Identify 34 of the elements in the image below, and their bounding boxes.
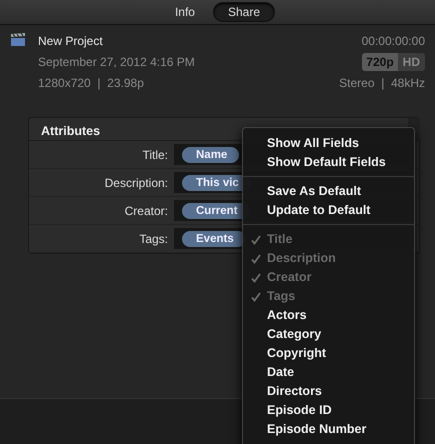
checkmark-icon <box>251 254 261 264</box>
menu-item: Title <box>243 230 414 249</box>
menu-item[interactable]: Directors <box>243 382 414 401</box>
tab[interactable]: Share <box>212 2 276 22</box>
menu-item[interactable]: Copyright <box>243 344 414 363</box>
video-format: 1280x720 | 23.98p <box>38 75 144 92</box>
project-name: New Project <box>38 33 103 50</box>
clapperboard-icon <box>10 33 26 47</box>
menu-item: Description <box>243 249 414 268</box>
checkmark-icon <box>251 272 261 283</box>
menu-item: Creator <box>243 268 414 287</box>
menu-item[interactable]: Save As Default <box>243 182 414 201</box>
panel-title: Attributes <box>41 124 100 138</box>
menu-item[interactable]: Show All Fields <box>243 134 414 153</box>
menu-item[interactable]: Date <box>243 363 414 382</box>
tab[interactable]: Info <box>160 2 210 22</box>
field-label: Tags: <box>138 230 169 248</box>
menu-item[interactable]: Actors <box>243 306 414 325</box>
menu-item: Tags <box>243 287 414 306</box>
menu-item[interactable]: Show Default Fields <box>243 153 414 172</box>
menu-item[interactable]: Episode Number <box>243 420 414 439</box>
menu-item[interactable]: Episode ID <box>243 401 414 420</box>
field-label: Description: <box>104 174 169 192</box>
field-label: Title: <box>141 146 169 164</box>
audio-format: Stereo | 48kHz <box>339 75 425 92</box>
resolution-label: 720p <box>362 53 398 71</box>
menu-item[interactable]: Update to Default <box>243 201 414 220</box>
project-date: September 27, 2012 4:16 PM <box>38 54 195 71</box>
checkmark-icon <box>251 234 261 245</box>
checkmark-icon <box>251 292 261 302</box>
timecode: 00:00:00:00 <box>362 33 425 50</box>
field-label: Creator: <box>124 202 169 220</box>
quality-label: HD <box>398 53 425 71</box>
menu-item[interactable]: Category <box>243 325 414 344</box>
